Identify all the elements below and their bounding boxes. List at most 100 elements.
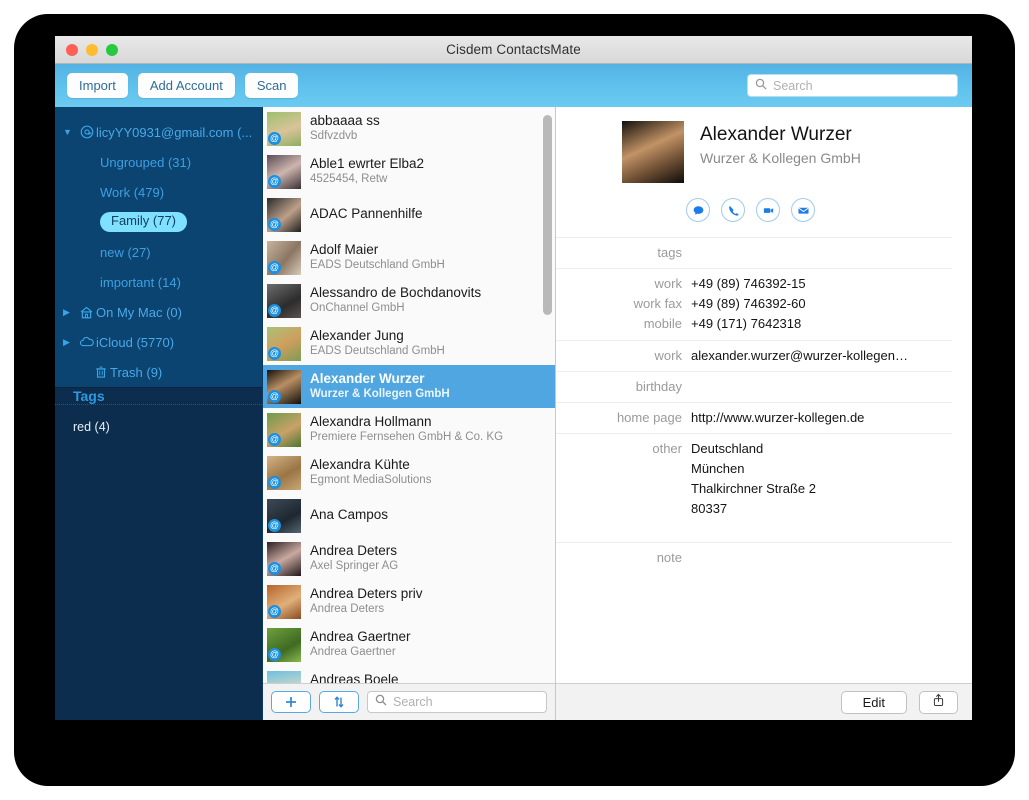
add-contact-button[interactable] (271, 691, 311, 713)
sidebar-source-label: iCloud (5770) (96, 334, 175, 350)
field-value[interactable]: +49 (89) 746392-60 (691, 294, 806, 314)
scan-button[interactable]: Scan (244, 73, 299, 98)
contact-row[interactable]: @ Alexandra Hollmann Premiere Fernsehen … (263, 408, 555, 451)
import-button[interactable]: Import (67, 73, 128, 98)
sidebar-item-family[interactable]: Family (77) (55, 207, 262, 237)
contact-name: Andrea Deters priv (310, 585, 423, 601)
window-titlebar: Cisdem ContactsMate (55, 36, 972, 64)
tags-section-header: Tags (55, 387, 262, 405)
message-icon[interactable] (686, 198, 710, 222)
tags-header-label: Tags (73, 388, 105, 404)
contact-name: Alexandra Kühte (310, 456, 410, 472)
field-value[interactable]: alexander.wurzer@wurzer-kollegen… (691, 346, 908, 366)
field-row-mobile: mobile +49 (171) 7642318 (556, 314, 952, 334)
sidebar-item-account[interactable]: ▼ licyYY0931@gmail.com (... (55, 117, 262, 147)
chevron-right-icon[interactable]: ▶ (63, 337, 77, 347)
sidebar-item-on-my-mac[interactable]: ▶ On My Mac (0) (55, 297, 262, 327)
contact-name: Ana Campos (310, 507, 389, 523)
at-badge-icon: @ (268, 346, 281, 360)
contact-subtitle: 4525454, Retw (310, 173, 388, 186)
avatar: @ (267, 627, 301, 662)
home-icon (77, 305, 96, 320)
sidebar-group-label: Family (77) (100, 212, 188, 232)
field-label: birthday (635, 378, 682, 394)
chevron-down-icon[interactable]: ▼ (63, 127, 77, 137)
field-value[interactable]: Deutschland München Thalkirchner Straße … (691, 439, 816, 520)
detail-toolbar: Edit (556, 683, 972, 720)
detail-header: Alexander Wurzer Wurzer & Kollegen GmbH (556, 121, 952, 183)
contact-row[interactable]: @ Alexandra Kühte Egmont MediaSolutions (263, 451, 555, 494)
window-body: ▼ licyYY0931@gmail.com (... Ungrouped (3… (55, 107, 972, 720)
contact-list-scrollbar[interactable] (543, 115, 552, 683)
sidebar-item-new[interactable]: new (27) (55, 237, 262, 267)
contact-name: Alexandra Hollmann (310, 413, 432, 429)
sidebar-item-ungrouped[interactable]: Ungrouped (31) (55, 147, 262, 177)
sort-button[interactable] (319, 691, 359, 713)
window-controls[interactable] (66, 44, 118, 56)
sidebar-group-label: important (14) (100, 274, 181, 290)
contact-row[interactable]: @ Andrea Deters priv Andrea Deters (263, 580, 555, 623)
add-account-button[interactable]: Add Account (137, 73, 235, 98)
at-badge-icon: @ (268, 131, 281, 145)
field-group: birthday (556, 370, 952, 402)
avatar: @ (267, 111, 301, 146)
contact-row[interactable]: @ Adolf Maier EADS Deutschland GmbH (263, 236, 555, 279)
sidebar-group-label: Ungrouped (31) (100, 154, 192, 170)
global-search-placeholder: Search (773, 78, 813, 93)
contact-search-placeholder: Search (393, 695, 433, 709)
zoom-button[interactable] (106, 44, 118, 56)
at-badge-icon: @ (268, 303, 281, 317)
at-badge-icon: @ (268, 389, 281, 403)
contact-row[interactable]: @ Alessandro de Bochdanovits OnChannel G… (263, 279, 555, 322)
field-value[interactable]: +49 (171) 7642318 (691, 314, 801, 334)
contact-name: Alessandro de Bochdanovits (310, 284, 482, 300)
sidebar-trash-label: Trash (9) (110, 364, 163, 380)
contact-search-field[interactable]: Search (367, 691, 547, 713)
avatar: @ (267, 154, 301, 189)
minimize-button[interactable] (86, 44, 98, 56)
contact-row-selected[interactable]: @ Alexander Wurzer Wurzer & Kollegen Gmb… (263, 365, 555, 408)
sidebar-source-label: On My Mac (0) (96, 304, 182, 320)
contact-list-toolbar: Search (263, 683, 555, 720)
contact-list[interactable]: @ abbaaaa ss Sdfvzdvb @ Able1 ewrter Elb… (263, 107, 555, 683)
avatar: @ (267, 197, 301, 232)
field-row-work-fax: work fax +49 (89) 746392-60 (556, 294, 952, 314)
contact-row[interactable]: @ Able1 ewrter Elba2 4525454, Retw (263, 150, 555, 193)
sidebar-item-work[interactable]: Work (479) (55, 177, 262, 207)
contact-row[interactable]: @ Ana Campos (263, 494, 555, 537)
contact-row[interactable]: @ Andrea Deters Axel Springer AG (263, 537, 555, 580)
field-value[interactable]: http://www.wurzer-kollegen.de (691, 408, 864, 428)
contact-row[interactable]: @ Andreas Boele Rechtsanwälte Dr. Boele … (263, 666, 555, 683)
contact-row[interactable]: @ Andrea Gaertner Andrea Gaertner (263, 623, 555, 666)
sidebar: ▼ licyYY0931@gmail.com (... Ungrouped (3… (55, 107, 263, 720)
mail-icon[interactable] (791, 198, 815, 222)
contact-row[interactable]: @ Alexander Jung EADS Deutschland GmbH (263, 322, 555, 365)
edit-button[interactable]: Edit (840, 690, 907, 714)
contact-name: Alexander Jung (310, 327, 404, 343)
contact-row[interactable]: @ abbaaaa ss Sdfvzdvb (263, 107, 555, 150)
avatar: @ (267, 412, 301, 447)
avatar: @ (267, 541, 301, 576)
video-icon[interactable] (756, 198, 780, 222)
detail-fields: tags work +49 (89) 746392-15 work fax +4… (556, 237, 952, 573)
sidebar-item-trash[interactable]: Trash (9) (55, 357, 262, 387)
sidebar-item-icloud[interactable]: ▶ iCloud (5770) (55, 327, 262, 357)
sidebar-item-important[interactable]: important (14) (55, 267, 262, 297)
share-button[interactable] (919, 690, 958, 714)
field-value[interactable]: +49 (89) 746392-15 (691, 274, 806, 294)
field-row-home-page: home page http://www.wurzer-kollegen.de (556, 408, 952, 428)
field-group: work +49 (89) 746392-15 work fax +49 (89… (556, 268, 952, 339)
at-badge-icon: @ (268, 647, 281, 661)
avatar: @ (267, 369, 301, 404)
close-button[interactable] (66, 44, 78, 56)
search-icon (375, 693, 387, 711)
contact-subtitle: Andrea Deters (310, 603, 385, 616)
field-row-other-address: other Deutschland München Thalkirchner S… (556, 439, 952, 520)
chevron-right-icon[interactable]: ▶ (63, 307, 77, 317)
contact-row[interactable]: @ ADAC Pannenhilfe (263, 193, 555, 236)
phone-icon[interactable] (721, 198, 745, 222)
field-label: mobile (643, 316, 682, 332)
scrollbar-thumb[interactable] (543, 115, 552, 315)
global-search-field[interactable]: Search (747, 74, 958, 97)
sidebar-tag-red[interactable]: red (4) (55, 417, 262, 437)
